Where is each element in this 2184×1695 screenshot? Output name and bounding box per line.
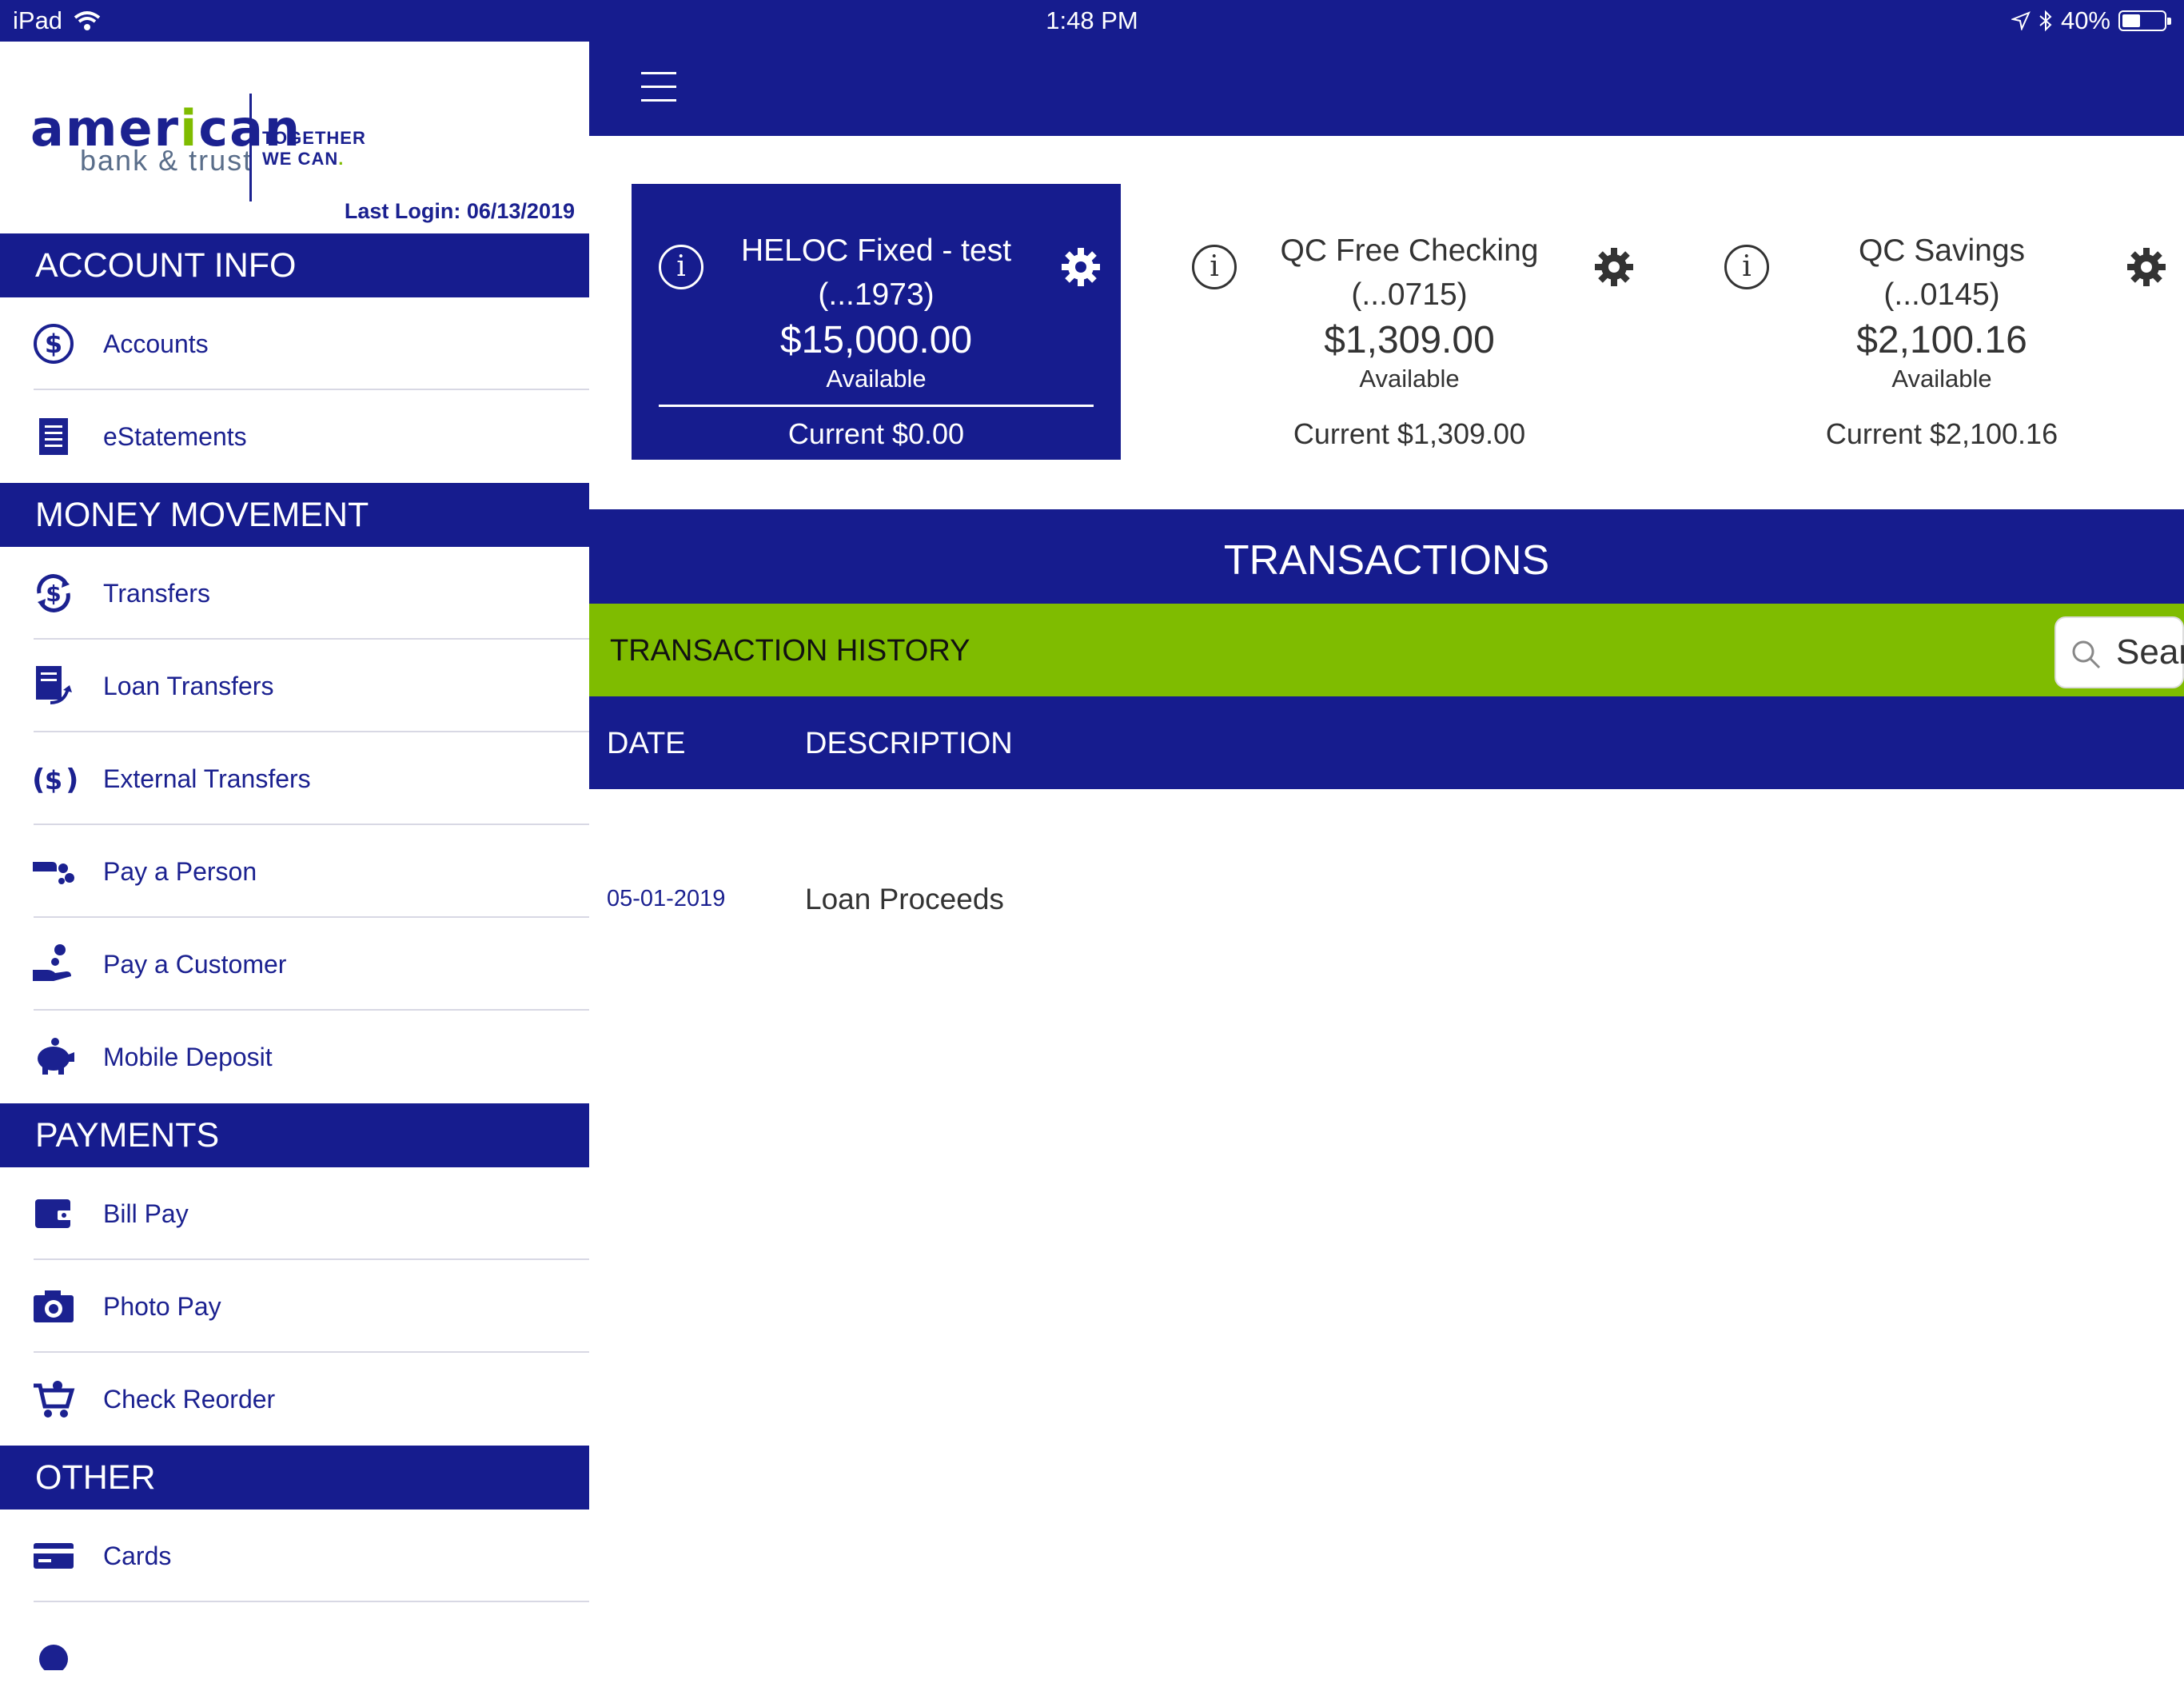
account-card-checking[interactable]: i QC Free Checking (...0715) $1,309.00 Av… xyxy=(1165,184,1654,460)
account-name: HELOC Fixed - test (...1973) xyxy=(740,233,1012,312)
credit-card-icon xyxy=(30,1533,77,1579)
document-icon xyxy=(30,413,77,460)
search-input[interactable]: Sear xyxy=(2054,616,2184,688)
sidebar-item-label: Pay a Person xyxy=(103,856,257,886)
transactions-title: TRANSACTIONS xyxy=(1223,537,1550,584)
sidebar: american bank & trust TOGETHER WE CAN. L… xyxy=(0,42,589,1670)
camera-icon xyxy=(30,1283,77,1330)
transaction-description: Loan Proceeds xyxy=(805,883,1004,915)
sidebar-item-label: Check Reorder xyxy=(103,1384,276,1414)
transaction-date: 05-01-2019 xyxy=(607,886,726,911)
logo-tagline-line1: TOGETHER xyxy=(262,128,366,148)
external-transfer-icon: ($) xyxy=(30,756,77,802)
account-available-balance: $2,100.16 xyxy=(1856,319,2027,361)
account-available-balance: $1,309.00 xyxy=(1324,319,1495,361)
sidebar-item-pay-a-person[interactable]: Pay a Person xyxy=(0,825,589,918)
transactions-column-headers: DATE DESCRIPTION xyxy=(589,696,2184,789)
logo-tagline-line2: WE CAN. xyxy=(262,149,345,169)
sidebar-item-label: Pay a Customer xyxy=(103,949,287,979)
column-header-date[interactable]: DATE xyxy=(607,727,686,761)
menu-icon[interactable] xyxy=(641,72,676,104)
sidebar-item-loan-transfers[interactable]: Loan Transfers xyxy=(0,640,589,732)
top-bar xyxy=(589,42,2184,136)
section-account-info: ACCOUNT INFO xyxy=(0,233,589,297)
transaction-row[interactable]: 05-01-2019 Loan Proceeds xyxy=(589,865,2184,937)
sidebar-item-label: Loan Transfers xyxy=(103,671,274,700)
available-label: Available xyxy=(1891,365,1992,393)
sidebar-item-external-transfers[interactable]: ($) External Transfers xyxy=(0,732,589,825)
sidebar-item-label: Bill Pay xyxy=(103,1198,189,1228)
sidebar-item-photo-pay[interactable]: Photo Pay xyxy=(0,1260,589,1353)
available-label: Available xyxy=(826,365,927,393)
brand-logo: american bank & trust TOGETHER WE CAN. L… xyxy=(0,42,589,233)
svg-text:(: ( xyxy=(32,764,45,796)
sidebar-item-label: eStatements xyxy=(103,421,247,451)
account-current-balance: Current $2,100.16 xyxy=(1825,417,2058,450)
dollar-circle-icon: $ xyxy=(30,321,77,367)
sidebar-item-pay-a-customer[interactable]: Pay a Customer xyxy=(0,918,589,1011)
sidebar-item-cards[interactable]: Cards xyxy=(0,1510,589,1602)
transactions-header: TRANSACTIONS xyxy=(589,509,2184,604)
account-name: QC Free Checking (...0715) xyxy=(1280,233,1539,312)
sidebar-item-mobile-deposit[interactable]: Mobile Deposit xyxy=(0,1011,589,1103)
sidebar-item-estatements[interactable]: eStatements xyxy=(0,390,589,483)
search-placeholder: Sear xyxy=(2116,632,2184,672)
account-available-balance: $15,000.00 xyxy=(779,319,973,361)
account-name: QC Savings (...0145) xyxy=(1858,233,2026,312)
piggy-bank-icon xyxy=(30,1034,77,1080)
sidebar-item-label: Transfers xyxy=(103,578,210,608)
partial-icon xyxy=(30,1625,77,1672)
column-header-description[interactable]: DESCRIPTION xyxy=(805,727,1013,761)
battery-percent: 40% xyxy=(2060,6,2110,34)
sidebar-item-label: Mobile Deposit xyxy=(103,1042,273,1071)
account-card-heloc[interactable]: i HELOC Fixed - test (...1973) $15,000.00… xyxy=(632,184,1121,460)
svg-text:$: $ xyxy=(46,580,61,607)
search-icon xyxy=(2072,640,2101,669)
sidebar-item-label: Accounts xyxy=(103,329,209,358)
transaction-history-bar: TRANSACTION HISTORY xyxy=(589,604,2184,696)
bluetooth-icon xyxy=(2039,10,2052,32)
sidebar-item-bill-pay[interactable]: Bill Pay xyxy=(0,1167,589,1260)
transaction-history-title: TRANSACTION HISTORY xyxy=(610,634,970,668)
hand-coins-icon xyxy=(30,848,77,895)
wallet-icon xyxy=(30,1190,77,1237)
sidebar-item-check-reorder[interactable]: Check Reorder xyxy=(0,1353,589,1446)
sidebar-item-partial[interactable] xyxy=(0,1602,589,1695)
account-current-balance: Current $0.00 xyxy=(787,417,965,450)
hand-coin-icon xyxy=(30,941,77,987)
sidebar-item-label: Cards xyxy=(103,1541,172,1570)
logo-divider xyxy=(249,94,252,201)
main-content: i HELOC Fixed - test (...1973) $15,000.00… xyxy=(589,42,2184,1637)
account-card-savings[interactable]: i QC Savings (...0145) $2,100.16 Availabl… xyxy=(1697,184,2184,460)
shopping-cart-icon xyxy=(30,1376,77,1422)
loan-document-icon xyxy=(30,663,77,709)
logo-subtitle: bank & trust xyxy=(80,144,253,177)
svg-text:$: $ xyxy=(45,765,62,796)
section-payments: PAYMENTS xyxy=(0,1103,589,1167)
sidebar-item-accounts[interactable]: $ Accounts xyxy=(0,297,589,390)
location-arrow-icon xyxy=(2011,11,2031,30)
last-login: Last Login: 06/13/2019 xyxy=(344,199,575,223)
svg-text:): ) xyxy=(66,764,77,796)
sidebar-item-transfers[interactable]: $ Transfers xyxy=(0,547,589,640)
sidebar-item-label: Photo Pay xyxy=(103,1291,221,1321)
account-current-balance: Current $1,309.00 xyxy=(1293,417,1526,450)
section-money-movement: MONEY MOVEMENT xyxy=(0,483,589,547)
svg-text:$: $ xyxy=(45,329,62,359)
section-other: OTHER xyxy=(0,1446,589,1510)
sidebar-item-label: External Transfers xyxy=(103,764,311,793)
available-label: Available xyxy=(1359,365,1460,393)
battery-icon xyxy=(2118,10,2171,31)
transfer-dollar-icon: $ xyxy=(30,570,77,616)
card-divider xyxy=(659,405,1094,407)
status-time: 1:48 PM xyxy=(1046,6,1138,34)
status-bar: iPad 1:48 PM 40% xyxy=(0,0,2184,42)
